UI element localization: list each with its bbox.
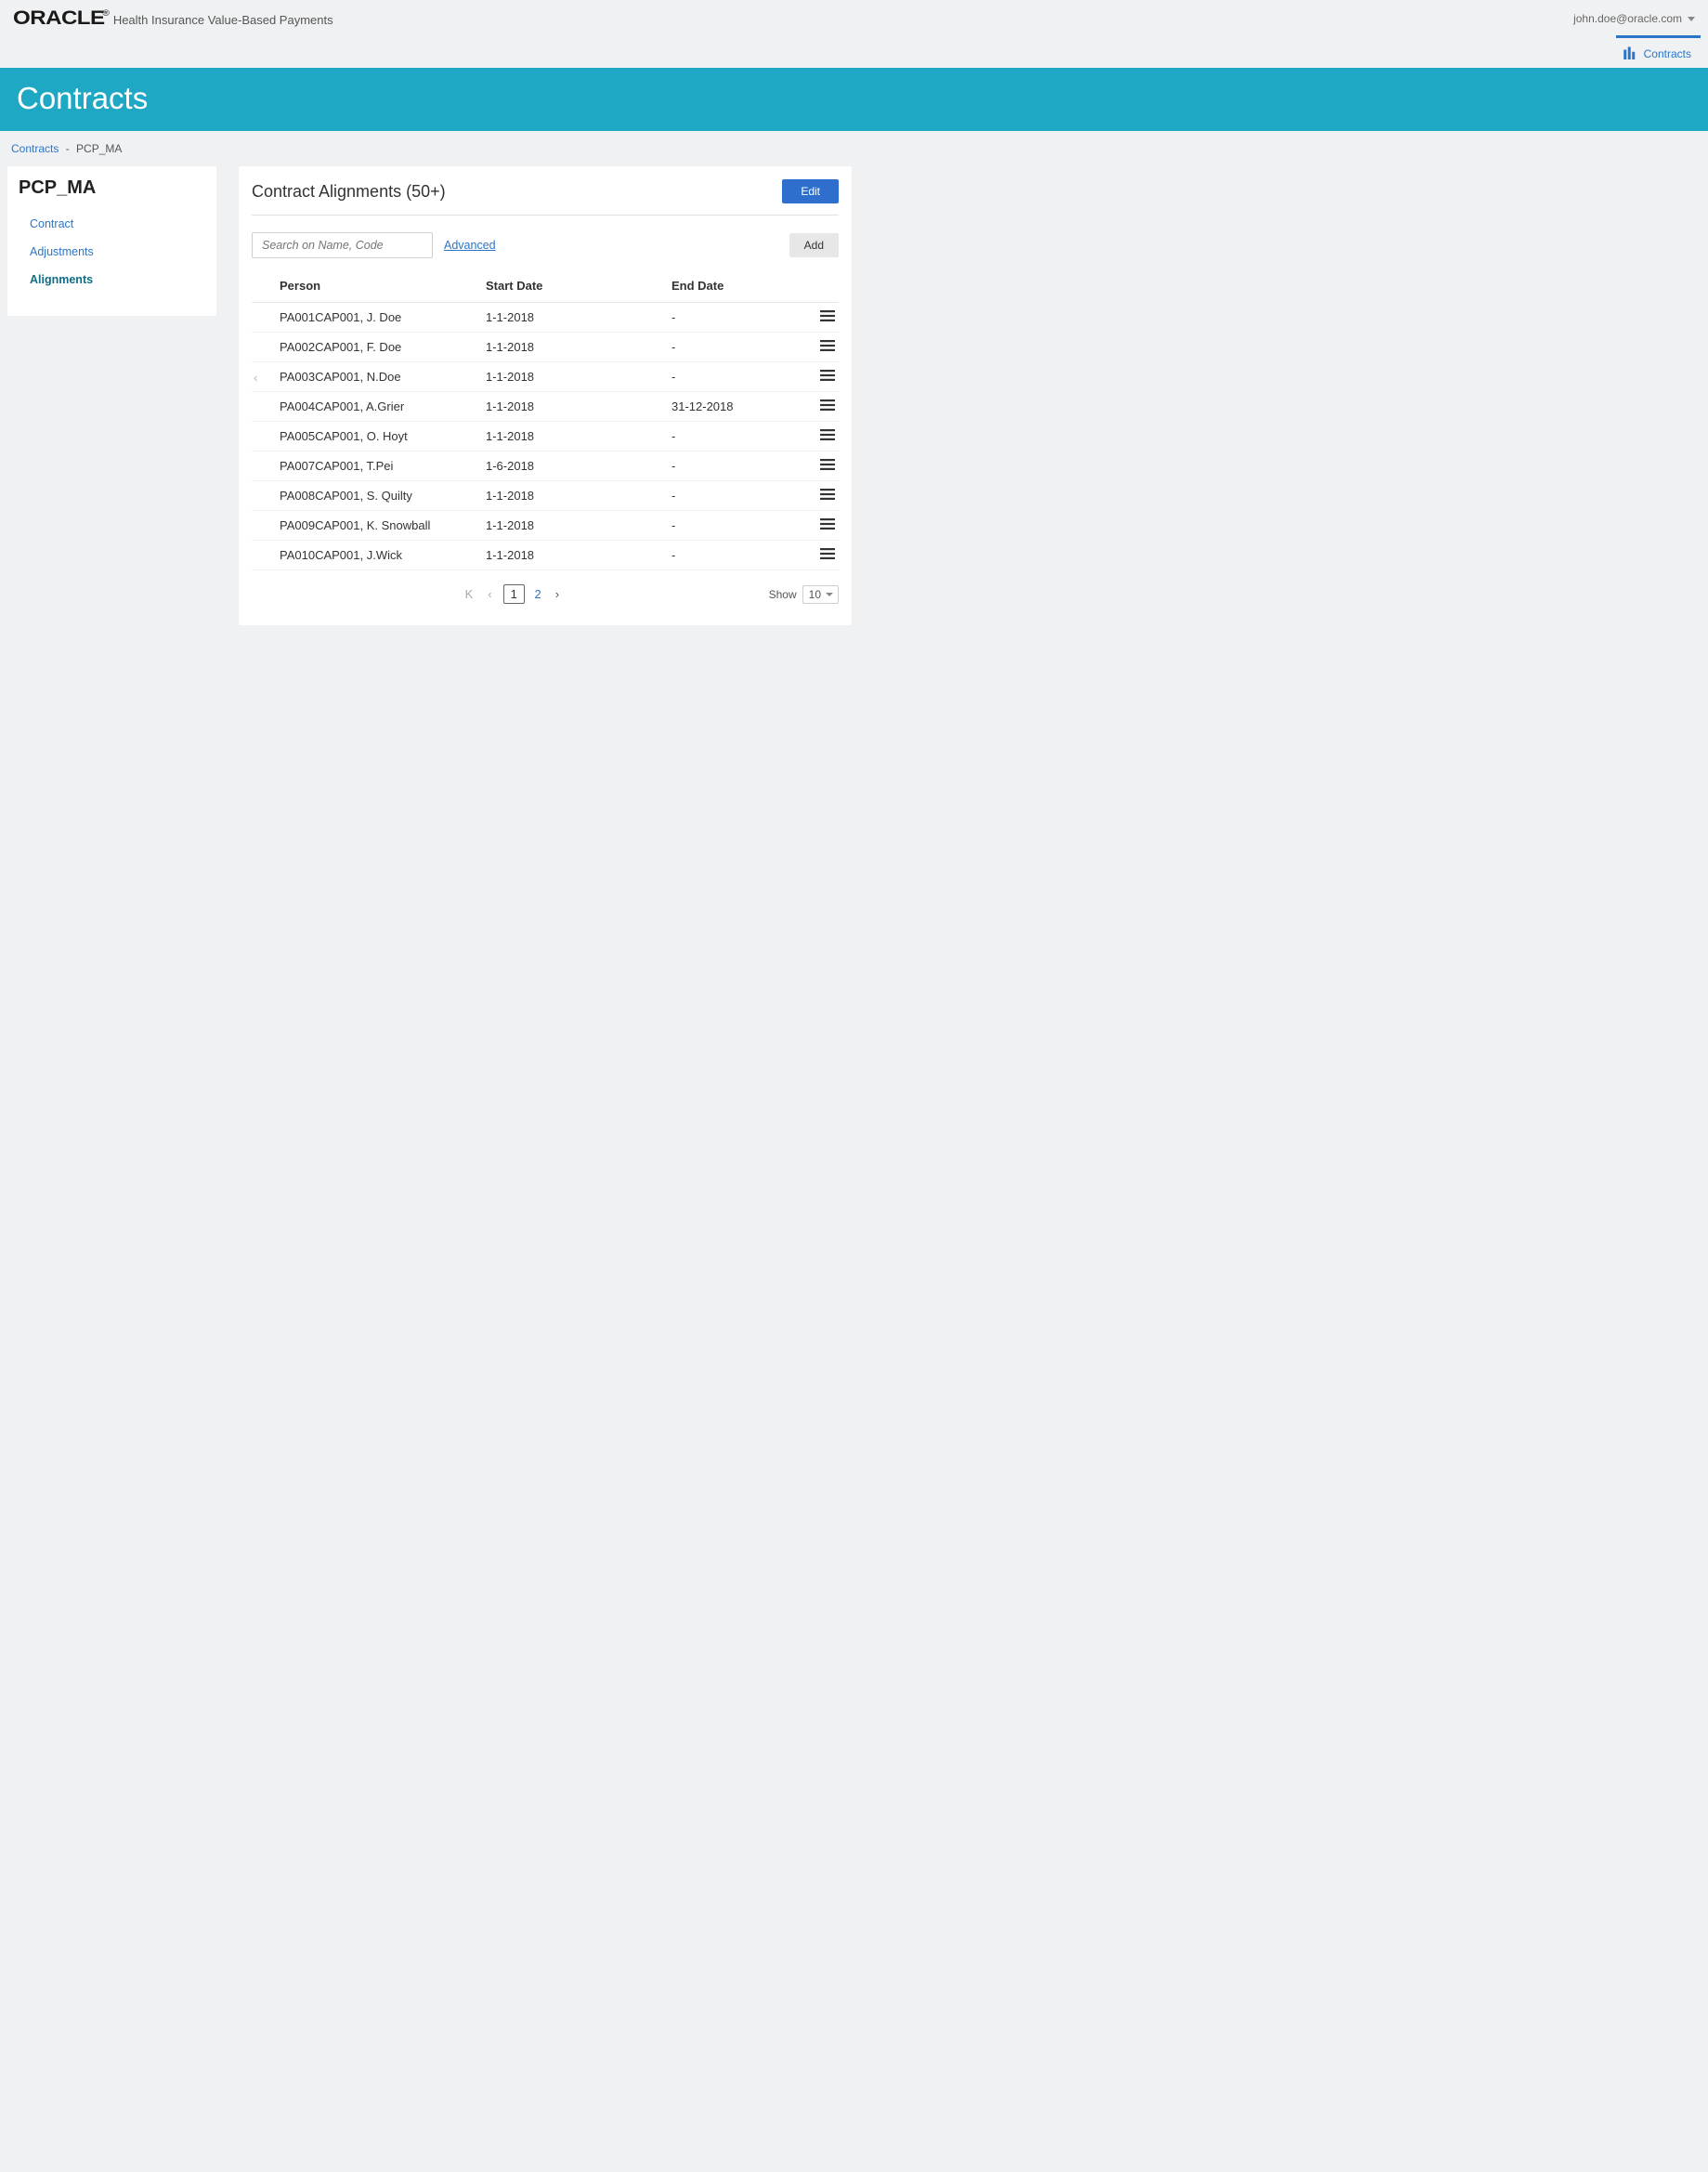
pager-first[interactable]: K bbox=[462, 585, 477, 603]
chevron-down-icon bbox=[1688, 17, 1695, 21]
brand-area: ORACLE® Health Insurance Value-Based Pay… bbox=[13, 7, 333, 30]
show-label: Show bbox=[769, 588, 797, 601]
brand-name: ORACLE bbox=[13, 7, 105, 29]
nav-tab-label: Contracts bbox=[1644, 47, 1691, 60]
pager-next[interactable]: › bbox=[555, 587, 559, 601]
table-row: PA010CAP001, J.Wick1-1-2018- bbox=[252, 541, 839, 570]
search-row: Advanced Add bbox=[252, 232, 839, 258]
sidebar: PCP_MA ContractAdjustmentsAlignments bbox=[7, 166, 216, 316]
row-menu-icon[interactable] bbox=[802, 548, 839, 562]
table-row: PA004CAP001, A.Grier1-1-201831-12-2018 bbox=[252, 392, 839, 422]
brand-logo: ORACLE® bbox=[13, 7, 122, 30]
advanced-link[interactable]: Advanced bbox=[444, 239, 496, 252]
row-gutter: ‹ bbox=[252, 370, 280, 385]
cell-person: PA001CAP001, J. Doe bbox=[280, 310, 486, 324]
cell-end-date: - bbox=[671, 429, 802, 443]
cell-person: PA005CAP001, O. Hoyt bbox=[280, 429, 486, 443]
cell-end-date: - bbox=[671, 518, 802, 532]
pager-prev[interactable]: ‹ bbox=[484, 585, 495, 603]
cell-end-date: - bbox=[671, 340, 802, 354]
table-row: PA008CAP001, S. Quilty1-1-2018- bbox=[252, 481, 839, 511]
layout: PCP_MA ContractAdjustmentsAlignments Con… bbox=[0, 166, 1708, 662]
cell-start-date: 1-1-2018 bbox=[486, 518, 671, 532]
sidebar-item-alignments[interactable]: Alignments bbox=[19, 266, 205, 294]
search-left: Advanced bbox=[252, 232, 496, 258]
column-person: Person bbox=[280, 279, 486, 293]
table-row: PA001CAP001, J. Doe1-1-2018- bbox=[252, 303, 839, 333]
user-email: john.doe@oracle.com bbox=[1573, 12, 1682, 25]
cell-person: PA007CAP001, T.Pei bbox=[280, 459, 486, 473]
table-row: PA009CAP001, K. Snowball1-1-2018- bbox=[252, 511, 839, 541]
cell-start-date: 1-6-2018 bbox=[486, 459, 671, 473]
cell-person: PA009CAP001, K. Snowball bbox=[280, 518, 486, 532]
table-row: PA007CAP001, T.Pei1-6-2018- bbox=[252, 451, 839, 481]
add-button[interactable]: Add bbox=[789, 233, 839, 257]
cell-end-date: - bbox=[671, 489, 802, 503]
cell-start-date: 1-1-2018 bbox=[486, 340, 671, 354]
cell-end-date: - bbox=[671, 548, 802, 562]
page-size-select[interactable]: 10 bbox=[802, 588, 839, 601]
table-row: PA005CAP001, O. Hoyt1-1-2018- bbox=[252, 422, 839, 451]
alignments-table: Person Start Date End Date PA001CAP001, … bbox=[252, 279, 839, 570]
main-card: Contract Alignments (50+) Edit Advanced … bbox=[239, 166, 852, 625]
breadcrumb: Contracts - PCP_MA bbox=[0, 131, 1708, 166]
card-title: Contract Alignments (50+) bbox=[252, 182, 446, 202]
row-menu-icon[interactable] bbox=[802, 310, 839, 324]
nav-row: Contracts bbox=[0, 35, 1708, 68]
cell-start-date: 1-1-2018 bbox=[486, 310, 671, 324]
cell-person: PA010CAP001, J.Wick bbox=[280, 548, 486, 562]
cell-end-date: - bbox=[671, 370, 802, 384]
breadcrumb-separator: - bbox=[66, 142, 70, 155]
cell-start-date: 1-1-2018 bbox=[486, 548, 671, 562]
row-menu-icon[interactable] bbox=[802, 489, 839, 503]
card-header: Contract Alignments (50+) Edit bbox=[252, 179, 839, 216]
sidebar-item-adjustments[interactable]: Adjustments bbox=[19, 238, 205, 266]
sidebar-item-contract[interactable]: Contract bbox=[19, 210, 205, 238]
row-menu-icon[interactable] bbox=[802, 399, 839, 413]
row-menu-icon[interactable] bbox=[802, 518, 839, 532]
brand-trademark: ® bbox=[102, 8, 109, 18]
pagination-row: K ‹ 1 2 › Show 10 bbox=[252, 585, 839, 603]
top-header: ORACLE® Health Insurance Value-Based Pay… bbox=[0, 0, 1708, 35]
row-menu-icon[interactable] bbox=[802, 429, 839, 443]
nav-tab-contracts[interactable]: Contracts bbox=[1616, 35, 1701, 68]
pager-page-1[interactable]: 1 bbox=[503, 584, 525, 604]
cell-start-date: 1-1-2018 bbox=[486, 399, 671, 413]
cell-end-date: 31-12-2018 bbox=[671, 399, 802, 413]
cell-person: PA003CAP001, N.Doe bbox=[280, 370, 486, 384]
search-input[interactable] bbox=[252, 232, 433, 258]
user-menu[interactable]: john.doe@oracle.com bbox=[1573, 12, 1695, 25]
edit-button[interactable]: Edit bbox=[782, 179, 839, 203]
cell-person: PA004CAP001, A.Grier bbox=[280, 399, 486, 413]
page-banner: Contracts bbox=[0, 68, 1708, 131]
breadcrumb-current: PCP_MA bbox=[76, 142, 122, 155]
contracts-icon bbox=[1622, 46, 1638, 62]
column-start-date: Start Date bbox=[486, 279, 671, 293]
row-menu-icon[interactable] bbox=[802, 370, 839, 384]
cell-end-date: - bbox=[671, 459, 802, 473]
cell-start-date: 1-1-2018 bbox=[486, 370, 671, 384]
pager-page-2[interactable]: 2 bbox=[528, 585, 547, 603]
cell-start-date: 1-1-2018 bbox=[486, 429, 671, 443]
product-subtitle: Health Insurance Value-Based Payments bbox=[113, 13, 333, 27]
table-row: PA002CAP001, F. Doe1-1-2018- bbox=[252, 333, 839, 362]
row-menu-icon[interactable] bbox=[802, 459, 839, 473]
cell-person: PA008CAP001, S. Quilty bbox=[280, 489, 486, 503]
row-menu-icon[interactable] bbox=[802, 340, 839, 354]
table-header: Person Start Date End Date bbox=[252, 279, 839, 303]
column-end-date: End Date bbox=[671, 279, 802, 293]
cell-start-date: 1-1-2018 bbox=[486, 489, 671, 503]
table-row: ‹PA003CAP001, N.Doe1-1-2018- bbox=[252, 362, 839, 392]
pager: K ‹ 1 2 › bbox=[252, 585, 769, 603]
sidebar-title: PCP_MA bbox=[19, 177, 205, 199]
breadcrumb-root-link[interactable]: Contracts bbox=[11, 142, 59, 155]
page-size-control: Show 10 bbox=[769, 588, 839, 601]
cell-person: PA002CAP001, F. Doe bbox=[280, 340, 486, 354]
page-title: Contracts bbox=[17, 81, 148, 115]
page-size-value: 10 bbox=[802, 585, 839, 604]
cell-end-date: - bbox=[671, 310, 802, 324]
